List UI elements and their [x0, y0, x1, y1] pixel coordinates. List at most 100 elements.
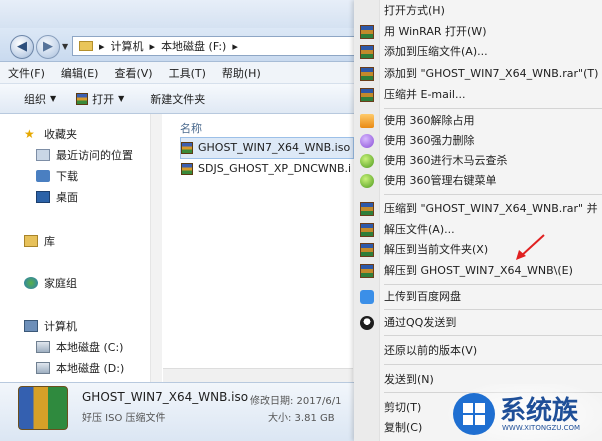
menu-file[interactable]: 文件(F)	[0, 65, 53, 81]
homegroup-icon	[24, 277, 38, 289]
winrar-icon	[360, 88, 374, 102]
menu-edit[interactable]: 编辑(E)	[53, 65, 107, 81]
ctx-360-scan[interactable]: 使用 360进行木马云查杀	[384, 152, 508, 170]
download-icon	[36, 170, 50, 182]
nav-recent[interactable]: 最近访问的位置	[36, 147, 133, 163]
ctx-send-to[interactable]: 发送到(N)	[384, 371, 434, 389]
winrar-icon	[360, 67, 374, 81]
details-type: 好压 ISO 压缩文件	[82, 413, 166, 424]
ctx-add-to-rar[interactable]: 添加到 "GHOST_WIN7_X64_WNB.rar"(T)	[384, 65, 598, 83]
winrar-icon	[360, 25, 374, 39]
menu-help[interactable]: 帮助(H)	[214, 65, 269, 81]
nav-downloads[interactable]: 下载	[36, 168, 78, 184]
ctx-add-archive[interactable]: 添加到压缩文件(A)...	[384, 43, 488, 61]
ctx-copy[interactable]: 复制(C)	[384, 419, 422, 437]
ctx-cut[interactable]: 剪切(T)	[384, 399, 421, 417]
nav-favorites[interactable]: ★ 收藏夹	[24, 126, 77, 142]
watermark-logo: 系统族 WWW.XITONGZU.COM	[448, 380, 602, 441]
file-name: SDJS_GHOST_XP_DNCWNB.i	[198, 162, 352, 175]
menu-separator	[384, 309, 602, 310]
nav-computer-label: 计算机	[44, 320, 77, 333]
library-icon	[24, 235, 38, 247]
chevron-down-icon: ▼	[50, 94, 57, 103]
column-header-name[interactable]: 名称	[180, 120, 202, 136]
ctx-360-manage[interactable]: 使用 360管理右键菜单	[384, 172, 497, 190]
file-name: GHOST_WIN7_X64_WNB.iso	[198, 141, 351, 154]
winrar-icon	[360, 223, 374, 237]
ctx-restore-versions[interactable]: 还原以前的版本(V)	[384, 342, 477, 360]
nav-homegroup[interactable]: 家庭组	[24, 275, 77, 291]
ctx-360-delete[interactable]: 使用 360强力删除	[384, 132, 475, 150]
winrar-icon	[360, 45, 374, 59]
drive-icon	[36, 341, 50, 353]
winrar-icon	[360, 202, 374, 216]
manage-360-icon	[360, 174, 374, 188]
nav-libraries-label: 库	[44, 235, 55, 248]
ctx-extract-here[interactable]: 解压到当前文件夹(X)	[384, 241, 488, 259]
chevron-right-icon[interactable]: ▸	[150, 40, 156, 53]
rar-icon	[76, 92, 89, 105]
address-box[interactable]: ▸ 计算机 ▸ 本地磁盘 (F:) ▸	[72, 36, 372, 56]
nav-libraries[interactable]: 库	[24, 233, 55, 249]
scan-360-icon	[360, 154, 374, 168]
nav-desktop-label: 桌面	[56, 191, 78, 204]
watermark-brand: 系统族	[500, 396, 579, 426]
nav-desktop[interactable]: 桌面	[36, 189, 78, 205]
ctx-baidu-upload[interactable]: 上传到百度网盘	[384, 288, 461, 306]
history-dropdown-icon[interactable]: ▼	[62, 42, 68, 51]
chevron-down-icon: ▼	[118, 94, 125, 103]
nav-scrollbar[interactable]	[150, 114, 162, 382]
details-filename: GHOST_WIN7_X64_WNB.iso	[82, 390, 249, 404]
nav-computer[interactable]: 计算机	[24, 318, 77, 334]
menu-view[interactable]: 查看(V)	[106, 65, 160, 81]
chevron-right-icon[interactable]: ▸	[99, 40, 105, 53]
unlock-360-icon	[360, 114, 374, 128]
computer-icon	[24, 320, 38, 332]
nav-homegroup-label: 家庭组	[44, 277, 77, 290]
open-button[interactable]: 打开 ▼	[66, 91, 134, 107]
back-button[interactable]: ◀	[10, 35, 34, 59]
menu-tools[interactable]: 工具(T)	[161, 65, 214, 81]
forward-button[interactable]: ▶	[36, 35, 60, 59]
star-icon: ★	[24, 127, 35, 141]
ctx-extract-to-folder[interactable]: 解压到 GHOST_WIN7_X64_WNB\(E)	[384, 262, 573, 280]
nav-drive-c[interactable]: 本地磁盘 (C:)	[36, 339, 123, 355]
breadcrumb-drive[interactable]: 本地磁盘 (F:)	[161, 38, 226, 54]
ctx-send-qq[interactable]: 通过QQ发送到	[384, 314, 456, 332]
details-modified: 修改日期: 2017/6/1	[250, 396, 342, 407]
organize-label: 组织	[24, 92, 46, 106]
qq-icon	[360, 316, 374, 330]
shred-360-icon	[360, 134, 374, 148]
ctx-360-unlock[interactable]: 使用 360解除占用	[384, 112, 475, 130]
nav-drive-d-label: 本地磁盘 (D:)	[56, 362, 125, 375]
folder-icon	[79, 41, 93, 51]
ctx-open-winrar[interactable]: 用 WinRAR 打开(W)	[384, 23, 486, 41]
rar-icon	[181, 162, 193, 175]
new-folder-button[interactable]: 新建文件夹	[134, 91, 215, 107]
menu-separator	[384, 194, 602, 195]
menu-separator	[384, 335, 602, 336]
ctx-extract-files[interactable]: 解压文件(A)...	[384, 221, 455, 239]
desktop-icon	[36, 191, 50, 203]
ctx-open-with[interactable]: 打开方式(H)	[384, 2, 445, 20]
nav-downloads-label: 下载	[56, 170, 78, 183]
baidu-cloud-icon	[360, 290, 374, 304]
nav-drive-d[interactable]: 本地磁盘 (D:)	[36, 360, 124, 376]
ctx-compress-rar-email[interactable]: 压缩到 "GHOST_WIN7_X64_WNB.rar" 并 E	[384, 200, 602, 218]
chevron-right-icon[interactable]: ▸	[232, 40, 238, 53]
nav-recent-label: 最近访问的位置	[56, 149, 133, 162]
nav-drive-c-label: 本地磁盘 (C:)	[56, 341, 124, 354]
menu-separator	[384, 284, 602, 285]
menu-separator	[384, 108, 602, 109]
nav-favorites-label: 收藏夹	[44, 128, 77, 141]
breadcrumb-computer[interactable]: 计算机	[111, 38, 144, 54]
file-row[interactable]: SDJS_GHOST_XP_DNCWNB.i	[181, 162, 351, 175]
menu-separator	[384, 364, 602, 365]
ctx-compress-email[interactable]: 压缩并 E-mail...	[384, 86, 465, 104]
recent-places-icon	[36, 149, 50, 161]
red-arrow-annotation	[516, 234, 545, 260]
organize-button[interactable]: 组织 ▼	[0, 91, 66, 107]
file-row[interactable]: GHOST_WIN7_X64_WNB.iso	[181, 141, 350, 154]
drive-icon	[36, 362, 50, 374]
horizontal-scrollbar[interactable]	[163, 368, 353, 382]
